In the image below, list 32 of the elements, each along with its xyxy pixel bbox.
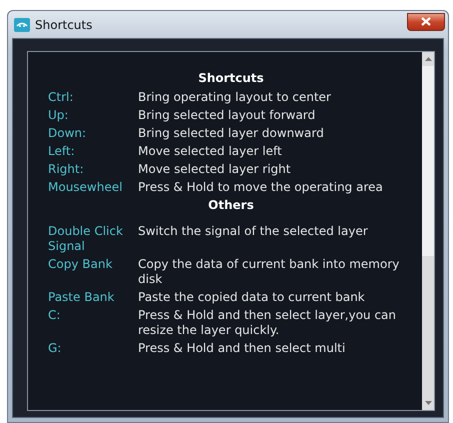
section-heading: Others [207, 198, 255, 212]
shortcut-key: G: [48, 341, 136, 356]
close-button[interactable] [407, 12, 445, 30]
shortcut-description: Press & Hold to move the operating area [138, 180, 384, 195]
window-title: Shortcuts [35, 18, 94, 32]
shortcut-key: Up: [48, 108, 136, 123]
shortcut-key: Mousewheel [48, 180, 136, 195]
shortcut-description: Bring selected layer downward [138, 126, 325, 141]
shortcut-key: Double Click Signal [48, 224, 136, 254]
shortcut-key: C: [48, 308, 136, 338]
scroll-thumb[interactable] [422, 66, 434, 256]
shortcut-key: Left: [48, 144, 136, 159]
close-icon [421, 17, 431, 26]
shortcut-key: Copy Bank [48, 257, 136, 287]
shortcut-key: Right: [48, 162, 136, 177]
shortcut-description: Move selected layer right [138, 162, 292, 177]
scroll-down-icon[interactable] [424, 401, 432, 405]
shortcut-description: Bring operating layout to center [138, 90, 332, 105]
scrollbar[interactable] [422, 52, 434, 410]
shortcut-description: Move selected layer left [138, 144, 283, 159]
shortcut-key: Ctrl: [48, 90, 136, 105]
app-icon [14, 18, 30, 32]
shortcut-description: Switch the signal of the selected layer [138, 224, 369, 240]
shortcut-description: Press & Hold and then select multi [138, 341, 346, 356]
shortcut-description: Copy the data of current bank into memory disk [138, 257, 400, 287]
scroll-up-icon[interactable] [424, 57, 432, 61]
shortcut-description: Paste the copied data to current bank [138, 290, 366, 305]
shortcut-key: Down: [48, 126, 136, 141]
shortcut-description: Press & Hold and then select layer,you can resize the layer quickly. [138, 308, 398, 338]
section-heading: Shortcuts [197, 71, 265, 85]
shortcut-key: Paste Bank [48, 290, 136, 305]
shortcut-description: Bring selected layout forward [138, 108, 316, 123]
